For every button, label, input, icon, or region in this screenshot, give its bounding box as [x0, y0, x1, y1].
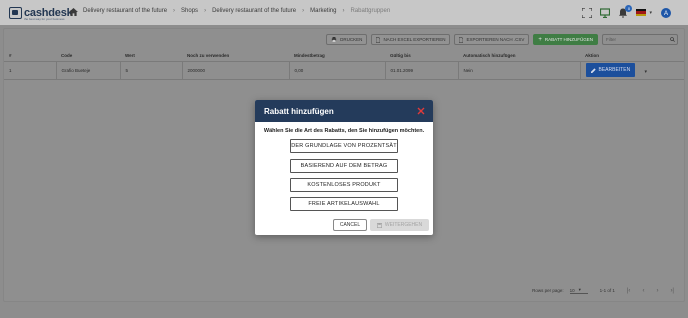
column-header[interactable]: Wert — [120, 51, 182, 62]
table-cell: 01.01.2099 — [385, 61, 459, 80]
language-flag-icon[interactable] — [636, 9, 647, 16]
column-header[interactable]: Gültig bis — [385, 51, 458, 62]
chevron-down-icon[interactable]: ▾ — [649, 10, 652, 16]
export-csv-button[interactable]: Exportieren nach .csv — [454, 34, 530, 45]
printer-icon — [332, 37, 337, 42]
logo[interactable]: cashdesk the best way for your business — [9, 5, 73, 21]
notification-badge: 0 — [625, 4, 633, 12]
option-percentage-button[interactable]: der Grundlage von Prozentsät — [290, 139, 398, 153]
logo-mark-icon — [9, 6, 22, 19]
pagination: Rows per page: 10 ▾ 1-1 of 1 |‹ ‹ › ›| — [532, 287, 674, 294]
first-page-icon[interactable]: |‹ — [627, 288, 631, 294]
breadcrumb-item[interactable]: Shops — [181, 8, 198, 14]
export-excel-label: Nach Excel exportieren — [383, 37, 446, 42]
plus-icon: + — [538, 36, 542, 43]
breadcrumb-item[interactable]: Delivery restaurant of the future — [212, 8, 296, 14]
logo-subtitle: the best way for your business — [24, 17, 65, 21]
top-icons: 0 ▾ A — [582, 4, 672, 20]
column-header: Aktion — [580, 51, 684, 62]
save-icon — [376, 222, 382, 228]
dialog-header: Rabatt hinzufügen — [255, 100, 433, 122]
next-page-icon[interactable]: › — [656, 288, 658, 294]
table-cell: 5 — [120, 61, 183, 80]
breadcrumb-separator: › — [302, 8, 305, 14]
table-row[interactable]: 1 Grafio Bueteje 5 2000000 0,00 01.01.20… — [4, 61, 684, 80]
cancel-button[interactable]: Cancel — [333, 219, 367, 231]
search-icon — [670, 37, 675, 42]
monitor-icon[interactable] — [600, 7, 611, 18]
add-discount-dialog: Rabatt hinzufügen Wählen Sie die Art des… — [255, 100, 433, 235]
option-free-product-button[interactable]: Kostenloses Produkt — [290, 178, 398, 192]
table-cell: 2000000 — [182, 61, 290, 80]
chevron-down-icon[interactable]: ▾ — [644, 69, 647, 75]
rows-per-page-value: 10 — [569, 287, 575, 293]
breadcrumb: Delivery restaurant of the future › Shop… — [83, 8, 390, 14]
close-icon[interactable] — [417, 107, 425, 115]
column-header[interactable]: Automatisch hinzufügen — [458, 51, 580, 62]
fullscreen-icon[interactable] — [582, 7, 593, 18]
edit-button-label: Bearbeiten — [598, 67, 631, 73]
edit-button[interactable]: Bearbeiten — [585, 63, 636, 77]
home-icon[interactable] — [69, 8, 78, 16]
table-header-row: # Code Wert Noch zu verwenden Mindestbet… — [4, 51, 684, 62]
rows-per-page-select[interactable]: 10 ▾ — [569, 287, 588, 294]
last-page-icon[interactable]: ›| — [670, 288, 674, 294]
add-discount-label: Rabatt hinzufügen — [544, 37, 593, 42]
print-button[interactable]: Drucken — [326, 34, 368, 45]
breadcrumb-current: Rabattgruppen — [350, 8, 391, 14]
add-discount-button[interactable]: + Rabatt hinzufügen — [533, 34, 598, 45]
notifications[interactable]: 0 — [618, 4, 633, 18]
option-amount-button[interactable]: Basierend auf dem Betrag — [290, 159, 398, 173]
continue-button-label: Weitergehen — [384, 222, 423, 228]
previous-page-icon[interactable]: ‹ — [642, 288, 644, 294]
column-header[interactable]: Noch zu verwenden — [182, 51, 289, 62]
breadcrumb-item[interactable]: Marketing — [310, 8, 336, 14]
top-bar: cashdesk the best way for your business … — [0, 0, 688, 25]
logo-text: cashdesk — [24, 6, 73, 19]
search-placeholder: Filter — [606, 37, 616, 42]
export-csv-label: Exportieren nach .csv — [466, 37, 525, 42]
rows-per-page-label: Rows per page: — [532, 288, 564, 293]
search-input[interactable]: Filter — [602, 34, 678, 45]
dialog-footer: Cancel Weitergehen — [255, 217, 433, 235]
action-cell: Bearbeiten ▾ — [580, 61, 684, 80]
breadcrumb-separator: › — [173, 8, 176, 14]
table-cell: Grafio Bueteje — [56, 61, 121, 80]
discount-table: # Code Wert Noch zu verwenden Mindestbet… — [4, 51, 684, 80]
breadcrumb-separator: › — [204, 8, 207, 14]
option-free-item-selection-button[interactable]: Freie Artikelauswahl — [290, 197, 398, 211]
continue-button[interactable]: Weitergehen — [370, 219, 429, 231]
pencil-icon — [590, 67, 596, 73]
table-cell: 1 — [4, 61, 57, 80]
breadcrumb-separator: › — [342, 8, 345, 14]
chevron-down-icon: ▾ — [578, 287, 581, 292]
dialog-title: Rabatt hinzufügen — [264, 106, 334, 116]
column-header[interactable]: # — [4, 51, 56, 62]
table-cell: Nein — [458, 61, 581, 80]
column-header[interactable]: Mindestbetrag — [289, 51, 385, 62]
toolbar: Drucken Nach Excel exportieren Exportier… — [326, 34, 678, 45]
export-excel-button[interactable]: Nach Excel exportieren — [371, 34, 451, 45]
table-cell: 0,00 — [289, 61, 386, 80]
file-icon — [459, 36, 464, 43]
page-range: 1-1 of 1 — [599, 288, 615, 293]
print-button-label: Drucken — [340, 37, 363, 42]
dialog-question: Wählen Sie die Art des Rabatts, den Sie … — [263, 128, 425, 134]
breadcrumb-item[interactable]: Delivery restaurant of the future — [83, 8, 167, 14]
avatar[interactable]: A — [660, 6, 672, 19]
column-header[interactable]: Code — [56, 51, 120, 62]
file-icon — [376, 36, 381, 43]
